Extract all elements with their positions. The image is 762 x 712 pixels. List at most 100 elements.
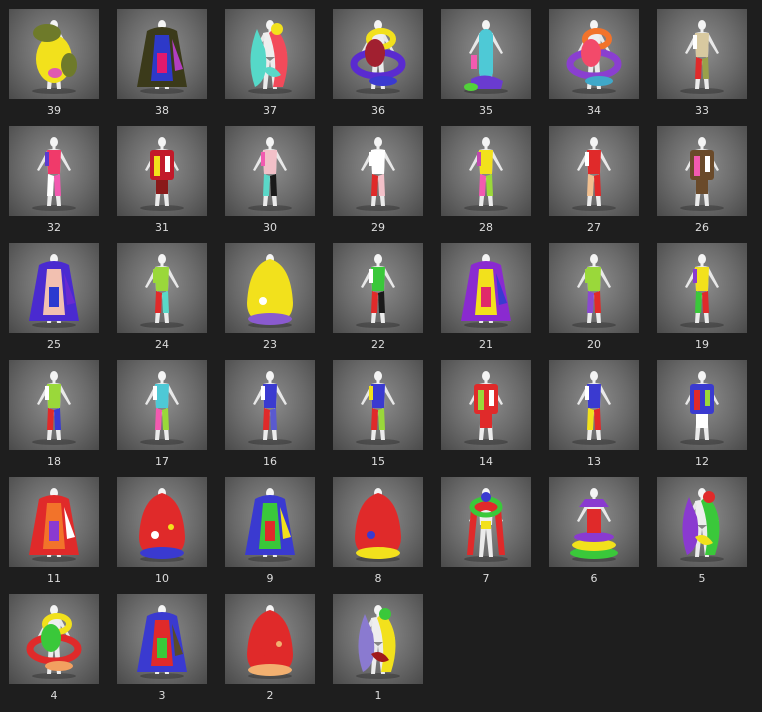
thumbnail-image[interactable] — [549, 477, 639, 567]
thumbnail-item[interactable]: 20 — [549, 243, 639, 351]
garment-preview — [140, 137, 184, 211]
thumbnail-image[interactable] — [441, 9, 531, 99]
thumbnail-image[interactable] — [657, 243, 747, 333]
garment-preview — [680, 488, 724, 562]
garment — [261, 384, 277, 430]
thumbnail-label: 1 — [374, 689, 382, 702]
thumbnail-image[interactable] — [441, 360, 531, 450]
thumbnail-image[interactable] — [657, 360, 747, 450]
thumbnail-image[interactable] — [657, 477, 747, 567]
thumbnail-image[interactable] — [9, 126, 99, 216]
thumbnail-image[interactable] — [441, 477, 531, 567]
thumbnail-item[interactable]: 8 — [333, 477, 423, 585]
garment-preview — [566, 20, 622, 94]
thumbnail-item[interactable]: 18 — [9, 360, 99, 468]
thumbnail-item[interactable]: 2 — [225, 594, 315, 702]
garment-preview — [572, 254, 616, 328]
thumbnail-item[interactable]: 22 — [333, 243, 423, 351]
thumbnail-label: 16 — [263, 455, 277, 468]
thumbnail-image[interactable] — [9, 477, 99, 567]
thumbnail-item[interactable]: 28 — [441, 126, 531, 234]
thumbnail-item[interactable]: 35 — [441, 9, 531, 117]
thumbnail-image[interactable] — [657, 126, 747, 216]
thumbnail-item[interactable]: 37 — [225, 9, 315, 117]
thumbnail-item[interactable]: 9 — [225, 477, 315, 585]
thumbnail-image[interactable] — [333, 9, 423, 99]
thumbnail-item[interactable]: 30 — [225, 126, 315, 234]
thumbnail-label: 12 — [695, 455, 709, 468]
garment-preview — [248, 371, 292, 445]
thumbnail-item[interactable]: 34 — [549, 9, 639, 117]
thumbnail-label: 31 — [155, 221, 169, 234]
thumbnail-item[interactable]: 6 — [549, 477, 639, 585]
thumbnail-image[interactable] — [549, 360, 639, 450]
thumbnail-image[interactable] — [117, 126, 207, 216]
thumbnail-image[interactable] — [225, 126, 315, 216]
thumbnail-image[interactable] — [441, 243, 531, 333]
thumbnail-image[interactable] — [441, 126, 531, 216]
thumbnail-image[interactable] — [9, 360, 99, 450]
thumbnail-item[interactable]: 38 — [117, 9, 207, 117]
thumbnail-label: 9 — [266, 572, 274, 585]
thumbnail-item[interactable]: 27 — [549, 126, 639, 234]
thumbnail-item[interactable]: 7 — [441, 477, 531, 585]
thumbnail-item[interactable]: 19 — [657, 243, 747, 351]
thumbnail-item[interactable]: 32 — [9, 126, 99, 234]
thumbnail-item[interactable]: 21 — [441, 243, 531, 351]
thumbnail-image[interactable] — [225, 243, 315, 333]
garment — [585, 150, 601, 196]
thumbnail-image[interactable] — [225, 360, 315, 450]
garment-preview — [140, 371, 184, 445]
garment — [690, 384, 714, 428]
thumbnail-item[interactable]: 24 — [117, 243, 207, 351]
garment — [474, 384, 498, 428]
thumbnail-item[interactable]: 4 — [9, 594, 99, 702]
garment-preview — [137, 20, 187, 94]
thumbnail-item[interactable]: 33 — [657, 9, 747, 117]
thumbnail-label: 33 — [695, 104, 709, 117]
thumbnail-item[interactable]: 29 — [333, 126, 423, 234]
thumbnail-item[interactable]: 26 — [657, 126, 747, 234]
thumbnail-image[interactable] — [117, 477, 207, 567]
thumbnail-item[interactable]: 15 — [333, 360, 423, 468]
thumbnail-item[interactable]: 36 — [333, 9, 423, 117]
garment-preview — [29, 488, 79, 562]
thumbnail-image[interactable] — [333, 243, 423, 333]
thumbnail-image[interactable] — [657, 9, 747, 99]
thumbnail-item[interactable]: 5 — [657, 477, 747, 585]
thumbnail-grid: 39 38 37 36 35 34 33 32 31 30 29 28 27 26 25 24 23 22 21 20… — [9, 9, 747, 702]
thumbnail-image[interactable] — [117, 360, 207, 450]
thumbnail-item[interactable]: 10 — [117, 477, 207, 585]
thumbnail-image[interactable] — [549, 126, 639, 216]
thumbnail-item[interactable]: 12 — [657, 360, 747, 468]
thumbnail-item[interactable]: 39 — [9, 9, 99, 117]
thumbnail-image[interactable] — [225, 477, 315, 567]
thumbnail-item[interactable]: 25 — [9, 243, 99, 351]
thumbnail-item[interactable]: 17 — [117, 360, 207, 468]
thumbnail-item[interactable]: 16 — [225, 360, 315, 468]
thumbnail-item[interactable]: 11 — [9, 477, 99, 585]
thumbnail-image[interactable] — [333, 594, 423, 684]
thumbnail-image[interactable] — [549, 243, 639, 333]
garment-preview — [32, 20, 77, 94]
thumbnail-image[interactable] — [333, 126, 423, 216]
thumbnail-item[interactable]: 13 — [549, 360, 639, 468]
thumbnail-item[interactable]: 3 — [117, 594, 207, 702]
thumbnail-image[interactable] — [225, 9, 315, 99]
thumbnail-item[interactable]: 14 — [441, 360, 531, 468]
garment — [153, 384, 169, 430]
thumbnail-image[interactable] — [9, 594, 99, 684]
thumbnail-image[interactable] — [117, 243, 207, 333]
thumbnail-image[interactable] — [117, 9, 207, 99]
thumbnail-image[interactable] — [225, 594, 315, 684]
thumbnail-image[interactable] — [9, 9, 99, 99]
thumbnail-image[interactable] — [333, 477, 423, 567]
garment — [693, 33, 709, 79]
thumbnail-image[interactable] — [9, 243, 99, 333]
thumbnail-image[interactable] — [333, 360, 423, 450]
thumbnail-image[interactable] — [549, 9, 639, 99]
thumbnail-item[interactable]: 1 — [333, 594, 423, 702]
thumbnail-item[interactable]: 23 — [225, 243, 315, 351]
thumbnail-image[interactable] — [117, 594, 207, 684]
thumbnail-item[interactable]: 31 — [117, 126, 207, 234]
